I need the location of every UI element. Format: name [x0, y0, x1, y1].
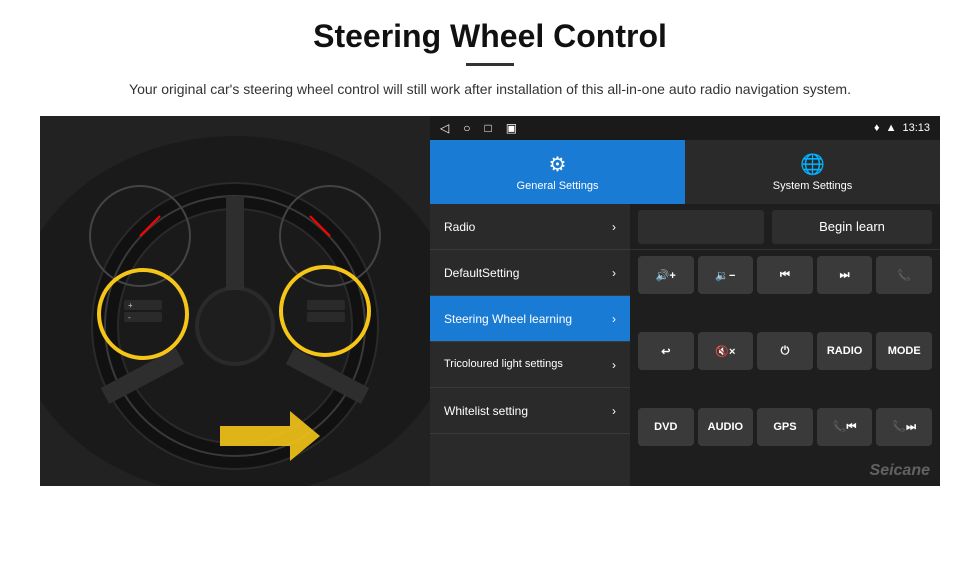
android-ui: ◁ ○ □ ▣ ♦ ▲ 13:13 ⚙ General Settings	[430, 116, 940, 486]
gps-button[interactable]: GPS	[757, 408, 813, 446]
menu-arrow-steering: ›	[612, 312, 616, 326]
power-icon: ⏻	[781, 345, 790, 358]
menu-area: Radio › DefaultSetting › Steering Wheel …	[430, 204, 940, 486]
phone-answer-icon: 📞	[897, 269, 911, 282]
nav-home-icon[interactable]: ○	[463, 121, 470, 135]
menu-item-steering[interactable]: Steering Wheel learning ›	[430, 296, 630, 342]
status-bar-left: ◁ ○ □ ▣	[440, 121, 517, 135]
tab-general-label: General Settings	[517, 180, 599, 192]
mode-button[interactable]: MODE	[876, 332, 932, 370]
svg-text:+: +	[128, 301, 133, 310]
mode-label: MODE	[888, 345, 921, 357]
title-divider	[466, 63, 514, 66]
menu-arrow-whitelist: ›	[612, 404, 616, 418]
next-track-button[interactable]: ⏭	[817, 256, 873, 294]
content-row: + - ◁ ○ □	[40, 116, 940, 486]
phone-answer-button[interactable]: 📞	[876, 256, 932, 294]
mute-button[interactable]: 🔇×	[698, 332, 754, 370]
vol-up-button[interactable]: 🔊+	[638, 256, 694, 294]
tab-system-label: System Settings	[773, 180, 852, 192]
general-settings-icon: ⚙	[549, 152, 567, 177]
tel-next-button[interactable]: 📞⏭	[876, 408, 932, 446]
radio-button[interactable]: RADIO	[817, 332, 873, 370]
car-image-area: + -	[40, 116, 430, 486]
svg-text:-: -	[128, 313, 131, 322]
subtitle: Your original car's steering wheel contr…	[129, 78, 851, 100]
audio-label: AUDIO	[708, 421, 743, 433]
nav-back-icon[interactable]: ◁	[440, 121, 449, 135]
menu-item-default-label: DefaultSetting	[444, 266, 519, 280]
menu-item-whitelist-label: Whitelist setting	[444, 404, 528, 418]
menu-arrow-radio: ›	[612, 220, 616, 234]
begin-learn-row: Begin learn	[630, 204, 940, 250]
tab-system[interactable]: 🌐 System Settings	[685, 140, 940, 204]
prev-track-button[interactable]: ⏮	[757, 256, 813, 294]
right-panel: Begin learn 🔊+ 🔉− ⏮	[630, 204, 940, 486]
prev-track-icon: ⏮	[780, 269, 790, 282]
control-btn-grid: 🔊+ 🔉− ⏮ ⏭ 📞	[630, 250, 940, 486]
menu-item-radio-label: Radio	[444, 220, 475, 234]
power-button[interactable]: ⏻	[757, 332, 813, 370]
nav-screenshot-icon[interactable]: ▣	[506, 121, 517, 135]
vol-down-button[interactable]: 🔉−	[698, 256, 754, 294]
tab-general[interactable]: ⚙ General Settings	[430, 140, 685, 204]
system-settings-icon: 🌐	[800, 152, 825, 177]
tel-prev-button[interactable]: 📞⏮	[817, 408, 873, 446]
menu-item-radio[interactable]: Radio ›	[430, 204, 630, 250]
page-title: Steering Wheel Control	[313, 18, 667, 55]
watermark: Seicane	[870, 462, 930, 480]
top-tabs: ⚙ General Settings 🌐 System Settings	[430, 140, 940, 204]
nav-recent-icon[interactable]: □	[484, 121, 491, 135]
vol-down-icon: 🔉−	[715, 269, 735, 282]
menu-arrow-tricoloured: ›	[612, 358, 616, 372]
hang-up-icon: ↩	[661, 345, 670, 358]
dvd-label: DVD	[654, 421, 677, 433]
gps-label: GPS	[773, 421, 796, 433]
begin-learn-empty-area	[638, 210, 764, 244]
begin-learn-button[interactable]: Begin learn	[772, 210, 932, 244]
dvd-button[interactable]: DVD	[638, 408, 694, 446]
menu-list: Radio › DefaultSetting › Steering Wheel …	[430, 204, 630, 486]
menu-item-whitelist[interactable]: Whitelist setting ›	[430, 388, 630, 434]
hang-up-button[interactable]: ↩	[638, 332, 694, 370]
audio-button[interactable]: AUDIO	[698, 408, 754, 446]
menu-item-tricoloured[interactable]: Tricoloured light settings ›	[430, 342, 630, 388]
tel-next-icon: 📞⏭	[892, 420, 916, 434]
menu-item-steering-label: Steering Wheel learning	[444, 312, 572, 326]
tel-prev-icon: 📞⏮	[833, 420, 857, 434]
status-time: 13:13	[902, 122, 930, 134]
mute-icon: 🔇×	[715, 345, 735, 358]
status-bar-right: ♦ ▲ 13:13	[874, 122, 930, 134]
radio-label: RADIO	[827, 345, 862, 357]
menu-arrow-default: ›	[612, 266, 616, 280]
menu-item-default[interactable]: DefaultSetting ›	[430, 250, 630, 296]
location-icon: ♦	[874, 122, 880, 134]
menu-item-tricoloured-label: Tricoloured light settings	[444, 358, 563, 371]
signal-icon: ▲	[886, 122, 897, 134]
next-track-icon: ⏭	[840, 269, 850, 282]
status-bar: ◁ ○ □ ▣ ♦ ▲ 13:13	[430, 116, 940, 140]
vol-up-icon: 🔊+	[656, 269, 676, 282]
page-container: Steering Wheel Control Your original car…	[0, 0, 980, 562]
